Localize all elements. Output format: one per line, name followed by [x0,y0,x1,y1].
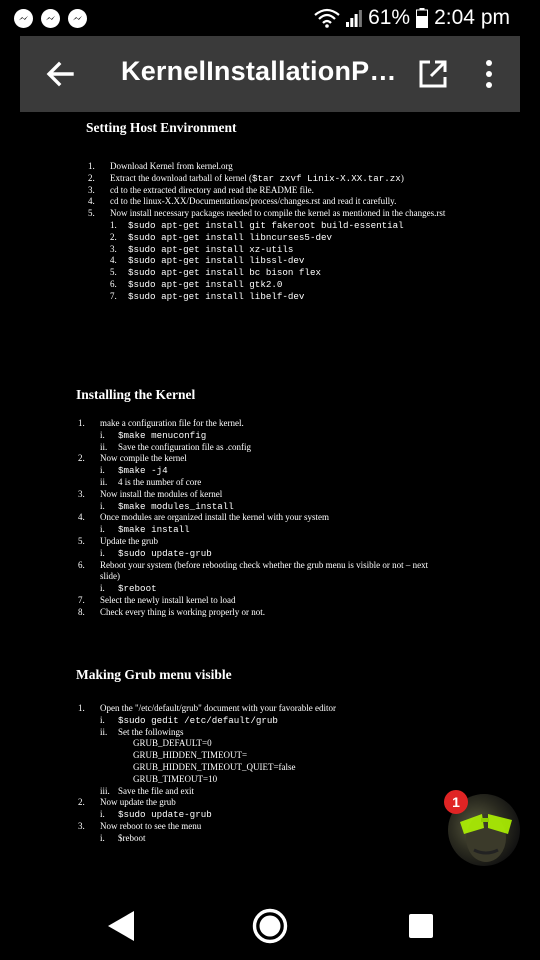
list-item: 2. Now compile the kernel [78,453,187,464]
more-vert-icon[interactable] [481,59,497,89]
list-item: 3. Now install the modules of kernel [78,488,223,499]
list-item: ii. Save the configuration file as .confi… [100,441,251,452]
section1-list: 1. Download Kernel from kernel.org 2. Extr… [88,161,468,303]
recents-square-icon[interactable] [403,908,439,944]
section-heading: Installing the Kernel [76,387,196,402]
list-item: 6. Reboot your system (before rebooting c… [78,559,429,582]
list-item: 2. $sudo apt-get install libncurses5-dev [110,231,332,243]
list-item: 5. $sudo apt-get install bc bison flex [110,267,321,279]
list-item: 3. cd to the extracted directory and read… [88,184,314,195]
list-item: 7. $sudo apt-get install libelf-dev [110,290,305,302]
app-bar: KernelInstallationPr... [20,36,520,112]
list-item: i. $reboot [100,583,157,595]
list-item: i. $reboot [100,832,146,843]
messenger-icon [14,8,33,28]
list-item: 7. Select the newly install kernel to loa… [78,594,236,605]
list-item: i. $make -j4 [100,465,168,477]
list-item: 1. Download Kernel from kernel.org [88,161,233,171]
battery-icon [416,8,429,28]
status-bar: 61% 2:04 pm [0,0,540,36]
section3-list: 1. Open the "/etc/default/grub" document … [78,703,443,845]
notification-badge: 1 [444,790,468,814]
navigation-bar [0,890,540,960]
list-item: 4. $sudo apt-get install libssl-dev [110,255,305,267]
list-item: 2. Now update the grub [78,797,176,808]
list-item: GRUB_TIMEOUT=10 [133,773,218,784]
list-item: i. $make install [100,524,190,536]
list-item: 1. Open the "/etc/default/grub" document … [78,703,337,713]
open-external-icon[interactable] [418,59,448,89]
chat-head-bubble[interactable]: 1 [444,790,520,876]
document-viewer[interactable]: Setting Host Environment 1. Download Kern… [20,112,520,890]
list-item: 4. Once modules are organized install the… [78,512,330,523]
list-item: 3. Now reboot to see the menu [78,820,202,831]
list-item: GRUB_HIDDEN_TIMEOUT= [133,750,248,761]
list-item: 3. $sudo apt-get install xz-utils [110,243,294,255]
signal-icon [346,10,362,27]
list-item: iii. Save the file and exit [100,785,194,796]
list-item: i. $sudo update-grub [100,547,212,559]
home-circle-icon[interactable] [252,908,288,944]
page-title: KernelInstallationPr... [121,56,401,86]
list-item: 1. $sudo apt-get install git fakeroot bui… [110,219,404,231]
list-item: 1. make a configuration file for the kern… [78,418,244,428]
list-item: ii. Set the followings [100,726,184,737]
list-item: 5. Update the grub [78,535,158,546]
messenger-icon [41,8,60,28]
list-item: 8. Check every thing is working properly … [78,606,265,617]
list-item: 4. cd to the linux-X.XX/Documentations/pr… [88,196,397,207]
clock: 2:04 pm [434,6,510,29]
battery-percent: 61% [368,6,411,29]
list-item: i. $make menuconfig [100,429,207,441]
status-system: 61% 2:04 pm [314,0,510,36]
back-triangle-icon[interactable] [104,908,140,944]
list-item: GRUB_DEFAULT=0 [133,738,212,749]
status-notifications [0,8,87,28]
list-item: GRUB_HIDDEN_TIMEOUT_QUIET=false [133,761,296,772]
messenger-icon [68,8,87,28]
section2-list: 1. make a configuration file for the kern… [78,418,443,619]
list-item: ii. 4 is the number of core [100,476,202,487]
list-item: i. $sudo gedit /etc/default/grub [100,714,278,726]
back-arrow-icon[interactable] [44,58,76,90]
list-item: 2. Extract the download tarball of kernel… [88,172,404,184]
list-item: i. $sudo update-grub [100,809,212,821]
list-item: 6. $sudo apt-get install gtk2.0 [110,278,283,290]
section-heading: Setting Host Environment [86,120,237,135]
list-item: 5. Now install necessary packages needed … [88,208,446,219]
section-heading: Making Grub menu visible [76,667,232,682]
wifi-icon [314,8,340,28]
list-item: i. $make modules_install [100,500,234,512]
